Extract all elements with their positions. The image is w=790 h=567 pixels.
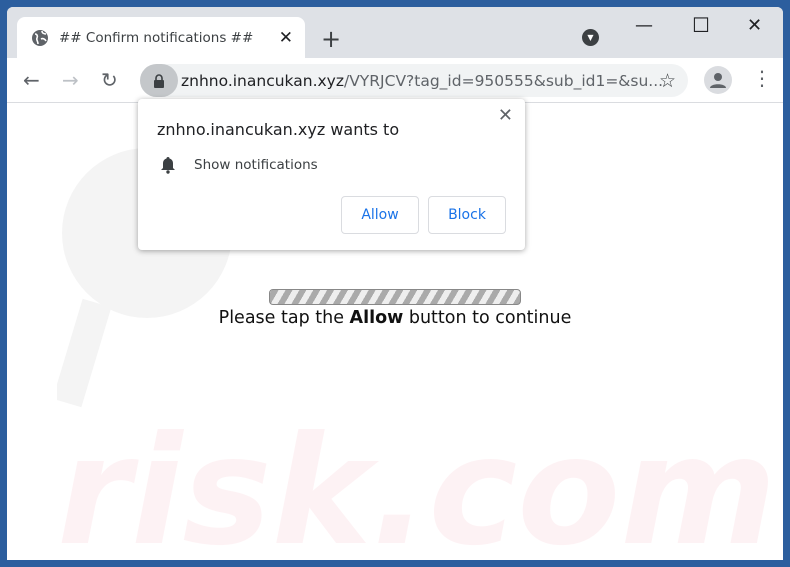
bookmark-star-icon[interactable]: ☆ <box>659 70 676 92</box>
close-window-button[interactable]: ✕ <box>747 15 762 36</box>
tab-active[interactable]: ## Confirm notifications ## ✕ <box>17 17 305 58</box>
url-text: znhno.inancukan.xyz/VYRJCV?tag_id=950555… <box>181 72 663 90</box>
profile-avatar-icon[interactable] <box>704 66 732 94</box>
prompt-title: znhno.inancukan.xyz wants to <box>157 120 400 139</box>
msg-pre: Please tap the <box>218 308 350 328</box>
more-menu-icon[interactable]: ⋮ <box>752 66 772 90</box>
back-icon[interactable]: ← <box>23 68 40 92</box>
minimize-button[interactable]: — <box>635 15 653 36</box>
globe-icon <box>32 29 48 46</box>
forward-icon[interactable]: → <box>62 68 79 92</box>
browser-window: ## Confirm notifications ## ✕ + ▼ — ☐ ✕ … <box>7 7 783 560</box>
lock-icon[interactable] <box>140 64 178 97</box>
permission-label: Show notifications <box>194 157 318 173</box>
close-prompt-icon[interactable]: ✕ <box>498 105 513 126</box>
allow-button[interactable]: Allow <box>341 196 419 234</box>
tab-search-icon[interactable]: ▼ <box>582 29 599 46</box>
msg-post: button to continue <box>403 308 572 328</box>
url-domain: znhno.inancukan.xyz <box>181 71 344 90</box>
instruction-text: Please tap the Allow button to continue <box>7 308 783 328</box>
page-content: risk.com znhno.inancukan.xyz wants to ✕ … <box>7 99 783 560</box>
maximize-button[interactable]: ☐ <box>692 13 710 37</box>
address-bar[interactable]: znhno.inancukan.xyz/VYRJCV?tag_id=950555… <box>140 64 688 97</box>
tab-title: ## Confirm notifications ## <box>59 29 254 46</box>
svg-text:risk.com: risk.com <box>57 405 777 560</box>
bell-icon <box>161 157 175 174</box>
notification-permission-prompt: znhno.inancukan.xyz wants to ✕ Show noti… <box>138 99 525 250</box>
toolbar: ← → ↻ znhno.inancukan.xyz/VYRJCV?tag_id=… <box>7 58 783 103</box>
url-path: /VYRJCV?tag_id=950555&sub_id1=&su... <box>343 71 664 90</box>
msg-bold: Allow <box>349 308 404 328</box>
new-tab-button[interactable]: + <box>321 25 341 53</box>
tab-bar: ## Confirm notifications ## ✕ + ▼ — ☐ ✕ <box>7 7 783 58</box>
block-button[interactable]: Block <box>428 196 506 234</box>
progress-bar <box>269 289 521 305</box>
close-tab-icon[interactable]: ✕ <box>279 28 293 48</box>
permission-row: Show notifications <box>160 156 318 174</box>
reload-icon[interactable]: ↻ <box>101 68 118 92</box>
